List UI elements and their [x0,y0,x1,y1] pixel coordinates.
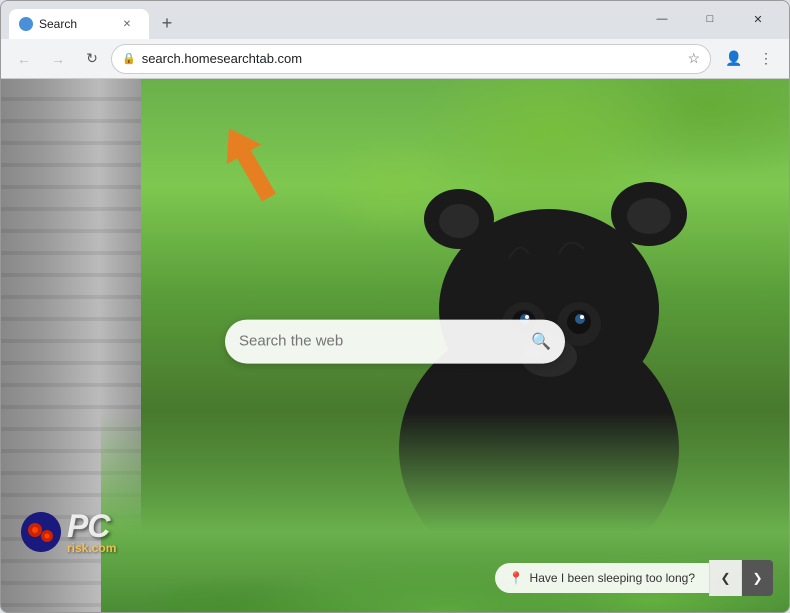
tab-close-button[interactable]: ✕ [119,16,135,32]
search-icon[interactable]: 🔍 [531,331,551,351]
pcrisk-brand-text: PC [67,510,116,542]
menu-button[interactable]: ⋮ [751,44,781,74]
suggestion-text: Have I been sleeping too long? [530,571,695,585]
pcrisk-circle-icon [21,512,61,552]
address-bar[interactable]: 🔒 ☆ [111,44,711,74]
new-tab-button[interactable]: + [153,9,181,37]
suggestion-location-icon: 📍 [509,571,524,585]
bookmark-icon[interactable]: ☆ [687,50,700,67]
back-button[interactable]: ← [9,44,39,74]
search-box[interactable]: 🔍 [225,319,565,363]
suggestion-next-button[interactable]: ❯ [741,560,773,596]
suggestion-pill[interactable]: 📍 Have I been sleeping too long? [495,563,709,593]
lock-icon: 🔒 [122,52,136,65]
reload-button[interactable]: ↻ [77,44,107,74]
url-input[interactable] [142,51,682,66]
browser-window: Search ✕ + — □ ✕ ← → ↻ 🔒 ☆ 👤 ⋮ [0,0,790,613]
navigation-bar: ← → ↻ 🔒 ☆ 👤 ⋮ [1,39,789,79]
search-input[interactable] [239,333,523,350]
pcrisk-logo: PC risk.com [21,510,116,554]
suggestion-prev-button[interactable]: ❮ [709,560,741,596]
maximize-button[interactable]: □ [687,7,733,31]
tab-bar: Search ✕ + — □ ✕ [1,1,789,39]
close-button[interactable]: ✕ [735,7,781,31]
profile-button[interactable]: 👤 [719,44,749,74]
nav-right-icons: 👤 ⋮ [719,44,781,74]
window-controls: — □ ✕ [639,7,781,31]
tab-favicon [19,17,33,31]
pcrisk-domain-text: risk.com [67,542,116,554]
active-tab[interactable]: Search ✕ [9,9,149,39]
search-container: 🔍 [225,319,565,363]
browser-content: 🔍 PC risk.com 📍 Hav [1,79,789,612]
tab-title: Search [39,17,113,31]
forward-button[interactable]: → [43,44,73,74]
suggestion-navigation: ❮ ❯ [709,560,773,596]
minimize-button[interactable]: — [639,7,685,31]
suggestion-bar: 📍 Have I been sleeping too long? ❮ ❯ [495,560,773,596]
